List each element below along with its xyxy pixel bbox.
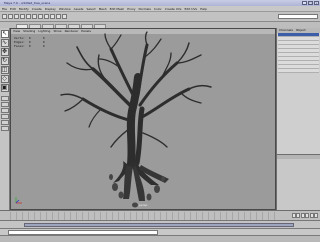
- time-slider-ticks: [10, 212, 280, 220]
- layout-persp-graph-button[interactable]: [0, 120, 9, 125]
- menu-color[interactable]: Color: [154, 6, 162, 11]
- last-tool-icon[interactable]: ▣: [0, 84, 9, 92]
- menu-create-uvs[interactable]: Create UVs: [165, 6, 182, 11]
- arrow-icon[interactable]: ↖: [0, 30, 9, 38]
- select-by-object-button[interactable]: [26, 14, 31, 19]
- menu-display[interactable]: Display: [45, 6, 56, 11]
- window-title: Maya 7.0 - untitled_tree_scene: [4, 1, 51, 5]
- select-by-component-button[interactable]: [32, 14, 37, 19]
- manipulator-icon[interactable]: ◇: [0, 75, 9, 83]
- layer-editor[interactable]: [277, 159, 320, 210]
- minimize-button[interactable]: _: [302, 1, 307, 5]
- menu-file[interactable]: File: [2, 6, 7, 11]
- scale-icon[interactable]: ◫: [0, 66, 9, 74]
- status-line: [0, 12, 320, 22]
- channel-box-tab-channels[interactable]: Channels: [279, 28, 293, 33]
- lasso-icon[interactable]: ∿: [0, 39, 9, 47]
- snap-grid-button[interactable]: [38, 14, 43, 19]
- new-scene-button[interactable]: [2, 14, 7, 19]
- ipr-render-button[interactable]: [62, 14, 67, 19]
- playback-controls: [291, 213, 318, 218]
- layout-single-pane-button[interactable]: [0, 96, 9, 101]
- help-line: [0, 235, 320, 242]
- menu-select[interactable]: Select: [86, 6, 95, 11]
- menu-proxy[interactable]: Proxy: [127, 6, 135, 11]
- menu-create[interactable]: Create: [32, 6, 42, 11]
- channel-box: Channels Object: [276, 28, 320, 210]
- play-backward-button[interactable]: [300, 213, 305, 218]
- move-icon[interactable]: ✥: [0, 48, 9, 56]
- step-forward-button[interactable]: [309, 213, 314, 218]
- menu-edit-mesh[interactable]: Edit Mesh: [110, 6, 125, 11]
- layout-four-pane-button[interactable]: [0, 102, 9, 107]
- render-button[interactable]: [56, 14, 61, 19]
- range-slider[interactable]: [0, 220, 320, 228]
- menu-edit[interactable]: Edit: [10, 6, 16, 11]
- select-by-hierarchy-button[interactable]: [20, 14, 25, 19]
- save-scene-button[interactable]: [14, 14, 19, 19]
- channel-box-tab-object[interactable]: Object: [296, 28, 306, 33]
- step-back-button[interactable]: [296, 213, 300, 218]
- layout-persp-outliner-button[interactable]: [0, 114, 9, 119]
- window-controls: _ □ ×: [302, 1, 319, 5]
- menu-help[interactable]: Help: [200, 6, 207, 11]
- menu-window[interactable]: Window: [59, 6, 71, 11]
- maximize-button[interactable]: □: [308, 1, 313, 5]
- menu-modify[interactable]: Modify: [19, 6, 29, 11]
- command-line: [0, 228, 320, 235]
- close-button[interactable]: ×: [314, 1, 319, 5]
- camera-label: persp: [139, 203, 148, 207]
- menu-mesh[interactable]: Mesh: [99, 6, 107, 11]
- playback-range-bar[interactable]: [24, 223, 294, 227]
- channel-row[interactable]: [278, 69, 319, 73]
- rotate-icon[interactable]: ↻: [0, 57, 9, 65]
- play-forward-button[interactable]: [305, 213, 309, 218]
- snap-point-button[interactable]: [50, 14, 55, 19]
- view-axis-indicator: [15, 197, 22, 204]
- menu-assets[interactable]: Assets: [74, 6, 84, 11]
- perspective-viewport[interactable]: View Shading Lighting Show Renderer Pane…: [10, 28, 276, 210]
- layout-side-by-side-button[interactable]: [0, 108, 9, 113]
- toolbox: ↖ ∿ ✥ ↻ ◫ ◇ ▣: [0, 28, 10, 210]
- go-to-end-button[interactable]: [314, 213, 318, 218]
- snap-curve-button[interactable]: [44, 14, 49, 19]
- open-scene-button[interactable]: [8, 14, 13, 19]
- tree-model[interactable]: [11, 29, 276, 210]
- time-slider[interactable]: [0, 210, 320, 220]
- menu-edit-uvs[interactable]: Edit UVs: [185, 6, 198, 11]
- quick-selection-field[interactable]: [278, 14, 318, 19]
- go-to-start-button[interactable]: [291, 213, 296, 218]
- layout-hypershade-button[interactable]: [0, 126, 9, 131]
- menu-normals[interactable]: Normals: [139, 6, 151, 11]
